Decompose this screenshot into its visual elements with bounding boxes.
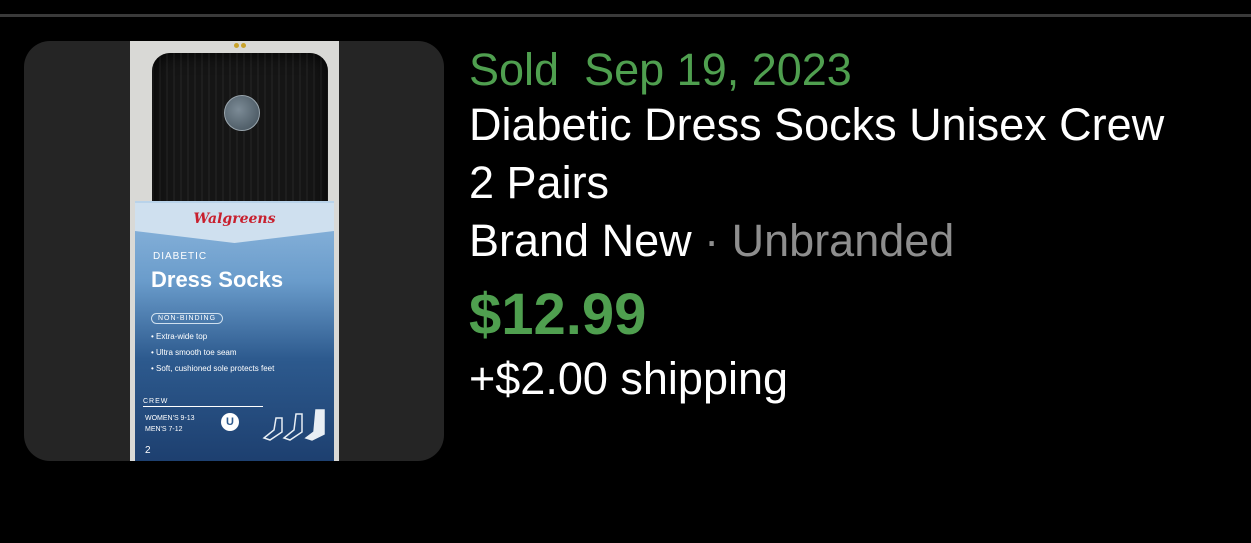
separator-dot: ·: [704, 215, 720, 266]
sold-listing-card[interactable]: Walgreens DIABETIC Dress Socks NON-BINDI…: [0, 0, 1251, 543]
package-size-men: MEN'S 7-12: [145, 426, 183, 433]
package-unisex-icon: U: [221, 413, 239, 431]
product-photo: Walgreens DIABETIC Dress Socks NON-BINDI…: [130, 41, 339, 461]
sock-package: Walgreens DIABETIC Dress Socks NON-BINDI…: [135, 201, 334, 461]
package-bullet: • Extra-wide top: [151, 332, 208, 341]
sold-label: Sold: [469, 44, 560, 95]
safety-pins: [234, 41, 248, 51]
condition-label: Brand New: [469, 215, 692, 266]
package-pair-count: 2: [145, 445, 151, 456]
brand-label: Unbranded: [731, 215, 955, 266]
package-sizes: WOMEN'S 9-13 MEN'S 7-12: [145, 413, 195, 435]
package-bullet: • Ultra smooth toe seam: [151, 348, 237, 357]
sock-sticker: [224, 95, 260, 131]
sock-silhouette-icon: [262, 409, 325, 441]
listing-title[interactable]: Diabetic Dress Socks Unisex Crew 2 Pairs: [469, 96, 1189, 212]
sold-price: $12.99: [469, 282, 647, 347]
package-bullets: • Extra-wide top • Ultra smooth toe seam…: [151, 329, 274, 377]
package-line1: DIABETIC: [153, 251, 208, 262]
package-badge: NON-BINDING: [151, 313, 224, 324]
sock-outline-icons: [260, 408, 330, 448]
package-brand-logo: Walgreens: [193, 211, 276, 227]
package-bullet: • Soft, cushioned sole protects feet: [151, 364, 275, 373]
package-crew-label: CREW: [143, 398, 263, 407]
package-size-women: WOMEN'S 9-13: [145, 415, 195, 422]
listing-info: Sold Sep 19, 2023 Diabetic Dress Socks U…: [469, 44, 1229, 407]
shipping-cost: +$2.00 shipping: [469, 353, 789, 404]
listing-thumbnail[interactable]: Walgreens DIABETIC Dress Socks NON-BINDI…: [24, 41, 444, 461]
condition-row: Brand New · Unbranded: [469, 212, 1229, 270]
sold-date: Sep 19, 2023: [584, 44, 852, 95]
package-product-name: Dress Socks: [151, 267, 284, 292]
sold-status: Sold Sep 19, 2023: [469, 44, 1229, 96]
